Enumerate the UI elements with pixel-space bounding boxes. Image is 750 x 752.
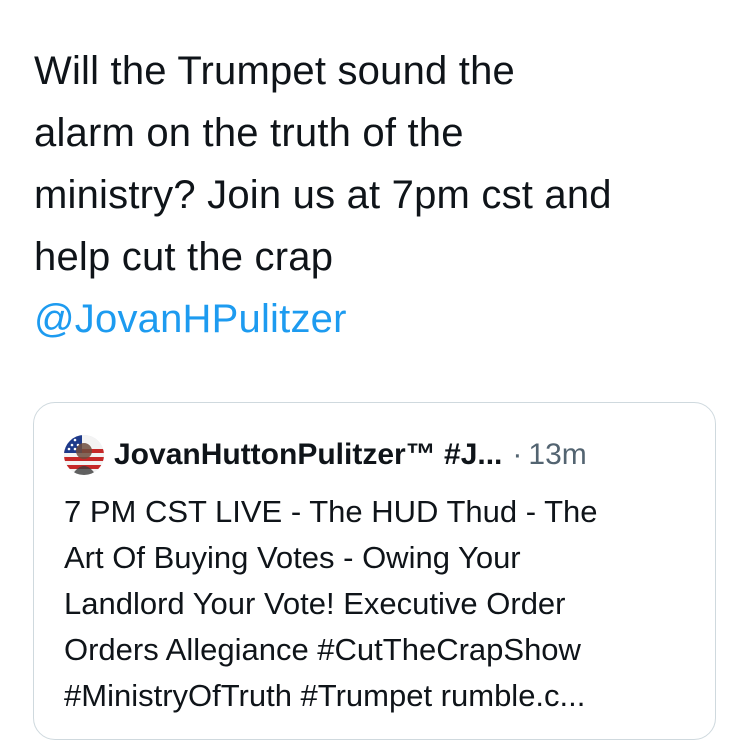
tweet-text-line: help cut the crap [34, 235, 334, 279]
mention-link[interactable]: @JovanHPulitzer [34, 288, 734, 350]
quoted-text-line: 7 PM CST LIVE - The HUD Thud - The [64, 494, 598, 529]
quoted-display-name[interactable]: JovanHuttonPulitzer™ #J... [114, 438, 502, 472]
quoted-text-line: Art Of Buying Votes - Owing Your [64, 540, 521, 575]
tweet-text-line: ministry? Join us at 7pm cst and [34, 173, 612, 217]
quoted-tweet-text: 7 PM CST LIVE - The HUD Thud - The Art O… [64, 489, 704, 719]
quoted-text-line: #MinistryOfTruth #Trumpet rumble.c... [64, 678, 586, 713]
quoted-tweet-header: JovanHuttonPulitzer™ #J... · 13m [64, 433, 587, 477]
tweet-text: Will the Trumpet sound the alarm on the … [34, 40, 734, 350]
quoted-tweet-card[interactable]: JovanHuttonPulitzer™ #J... · 13m 7 PM CS… [33, 402, 716, 740]
quoted-text-line: Orders Allegiance #CutTheCrapShow [64, 632, 581, 667]
quoted-text-line: Landlord Your Vote! Executive Order [64, 586, 566, 621]
flag-avatar-icon[interactable] [64, 435, 104, 475]
separator-dot: · [512, 438, 523, 471]
tweet-text-line: Will the Trumpet sound the [34, 49, 515, 93]
quoted-timestamp[interactable]: 13m [528, 438, 586, 472]
tweet-text-line: alarm on the truth of the [34, 111, 464, 155]
